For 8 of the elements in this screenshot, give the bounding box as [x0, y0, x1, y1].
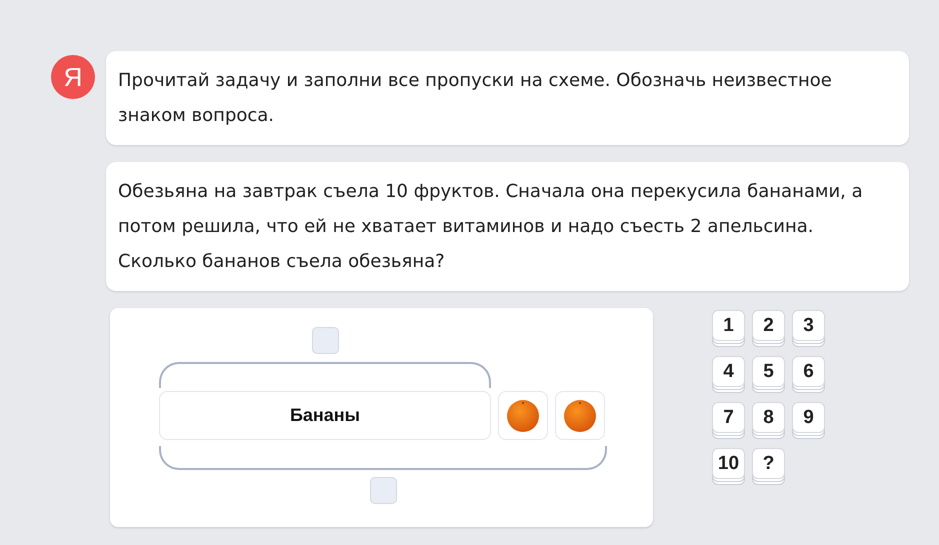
fruit-icon — [563, 398, 597, 432]
instruction-text: Прочитай задачу и заполни все пропуски на схеме. Обозначь неизвестное знаком вопроса. — [106, 51, 909, 145]
answer-slot[interactable] — [370, 477, 396, 504]
answer-slot[interactable] — [312, 327, 338, 354]
problem-text: Обезьяна на завтрак съела 10 фруктов. Сначала она перекусила бананами, а потом решила, что ей не хватает витаминов и надо съесть 2 апельсина. Сколько бананов съела обезьяна? — [106, 162, 909, 291]
fruit-icon — [506, 398, 540, 432]
bananas-box: Бананы — [159, 391, 491, 440]
avatar-icon: Я — [51, 55, 95, 99]
